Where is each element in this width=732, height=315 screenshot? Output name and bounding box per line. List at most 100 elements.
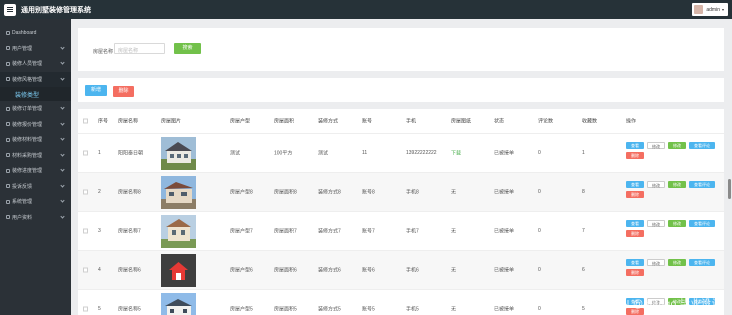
- row-delete-button[interactable]: 删除: [626, 152, 644, 159]
- sidebar-item[interactable]: 装修人员管理: [0, 56, 71, 72]
- table-cell: 房屋名称5: [118, 306, 141, 313]
- column-header: 手机: [406, 118, 417, 125]
- edit-button[interactable]: 修改: [647, 220, 665, 227]
- delete-button[interactable]: 删除: [113, 86, 134, 97]
- table-cell: 账号7: [362, 228, 375, 235]
- sidebar-item[interactable]: 装修材料管理: [0, 132, 71, 148]
- chevron-down-icon: [60, 60, 65, 65]
- sidebar-item-label: 装修人员管理: [12, 61, 43, 68]
- column-header: 操作: [626, 118, 637, 125]
- sidebar-item[interactable]: 用户资料: [0, 210, 71, 226]
- column-header: 序号: [98, 118, 109, 125]
- action-bar: 新增 删除: [78, 78, 724, 102]
- view-comments-button[interactable]: 查看评论: [689, 142, 715, 149]
- search-input[interactable]: 房屋名称: [114, 43, 165, 54]
- sidebar-item[interactable]: 投诉反馈: [0, 179, 71, 195]
- top-bar: 通用别墅装修管理系统 admin ▾: [0, 0, 732, 19]
- drawing-cell[interactable]: 下载: [451, 150, 461, 157]
- column-header: 装修方式: [318, 118, 339, 125]
- chevron-down-icon: [60, 120, 65, 126]
- table-cell: 账号5: [362, 306, 375, 313]
- sidebar-item[interactable]: 用户管理: [0, 41, 71, 57]
- row-checkbox[interactable]: [83, 228, 88, 234]
- view-button[interactable]: 查看: [626, 181, 644, 188]
- table-cell: 13922222222: [406, 150, 437, 156]
- modify-button[interactable]: 修改: [668, 142, 686, 149]
- menu-icon[interactable]: [4, 3, 16, 16]
- table-cell: 已被接单: [494, 267, 515, 274]
- sidebar-item[interactable]: 装修进度管理: [0, 163, 71, 179]
- edit-button[interactable]: 修改: [647, 259, 665, 266]
- user-menu[interactable]: admin ▾: [692, 3, 728, 16]
- sidebar-item[interactable]: 系统管理: [0, 194, 71, 210]
- chevron-down-icon: ▾: [721, 7, 724, 12]
- table-cell: 0: [538, 189, 541, 195]
- table-cell: 11: [362, 150, 368, 156]
- data-table: 序号 房屋名称 房屋图片 房屋户型 房屋面积 装修方式 账号 手机 房屋图纸 状态 评论数 收藏数 操作…: [78, 109, 724, 315]
- modify-button[interactable]: 修改: [668, 220, 686, 227]
- house-thumbnail: [161, 254, 196, 287]
- row-delete-button[interactable]: 删除: [626, 269, 644, 276]
- sidebar-item[interactable]: Dashboard: [0, 25, 71, 41]
- table-cell: 房屋名称6: [118, 267, 141, 274]
- table-cell: 1: [98, 150, 101, 156]
- view-comments-button[interactable]: 查看评论: [689, 181, 715, 188]
- table-cell: 装修方式5: [318, 306, 341, 313]
- edit-button[interactable]: 修改: [647, 181, 665, 188]
- sidebar-subitem[interactable]: 装修类型: [0, 87, 71, 101]
- sidebar-item-label: 用户管理: [12, 45, 33, 52]
- quote-icon: [6, 122, 10, 127]
- row-checkbox[interactable]: [83, 150, 88, 156]
- feedback-icon: [6, 184, 10, 189]
- chevron-down-icon: [60, 105, 65, 110]
- sidebar-item[interactable]: 装修风格管理: [0, 71, 71, 87]
- view-button[interactable]: 查看: [626, 259, 644, 266]
- table-cell: 0: [538, 228, 541, 234]
- chevron-down-icon: [60, 136, 65, 141]
- row-checkbox[interactable]: [83, 306, 88, 312]
- view-button[interactable]: 查看: [626, 142, 644, 149]
- table-row: 2 房屋名称8 房屋户型8 房屋面积8 装修方式8 账号8 手机8 无已被接单 0 8 查看 修改 修改…: [78, 172, 724, 211]
- view-button[interactable]: 查看: [626, 220, 644, 227]
- chevron-down-icon: [60, 182, 65, 188]
- table-cell: 装修方式7: [318, 228, 341, 235]
- house-thumbnail: [161, 137, 196, 170]
- sidebar-item[interactable]: 装修报价管理: [0, 117, 71, 133]
- row-delete-button[interactable]: 删除: [626, 230, 644, 237]
- sidebar-item-label: 装修材料管理: [12, 137, 43, 144]
- table-cell: 房屋名称7: [118, 228, 141, 235]
- table-cell: 房屋面积8: [274, 189, 297, 196]
- modify-button[interactable]: 修改: [668, 181, 686, 188]
- select-all-checkbox[interactable]: [83, 118, 88, 124]
- sidebar-item-label: 投诉反馈: [12, 183, 33, 190]
- table-row: 3 房屋名称7 房屋户型7 房屋面积7 装修方式7 账号7 手机7 无已被接单 0 7 查看 修改 修改…: [78, 211, 724, 250]
- chevron-down-icon: [60, 75, 65, 81]
- search-button[interactable]: 搜索: [174, 43, 201, 54]
- add-button[interactable]: 新增: [85, 85, 107, 96]
- table-cell: 房屋面积5: [274, 306, 297, 313]
- search-label: 房屋名称: [93, 49, 114, 55]
- sidebar-item[interactable]: 材料采购管理: [0, 148, 71, 164]
- view-comments-button[interactable]: 查看评论: [689, 220, 715, 227]
- table-cell: 8: [582, 189, 585, 195]
- house-thumbnail: [161, 176, 196, 209]
- table-cell: 房屋户型8: [230, 189, 253, 196]
- sidebar: Dashboard 用户管理装修人员管理装修风格管理装修类型装修订单管理 装修报价管…: [0, 19, 71, 315]
- row-delete-button[interactable]: 删除: [626, 191, 644, 198]
- main-content: 房屋名称 房屋名称 搜索 新增 删除 序号 房屋名称 房屋图片 房屋户型 房屋面积 装修方…: [71, 19, 732, 315]
- style-icon: [6, 77, 10, 82]
- chevron-down-icon: [60, 151, 65, 157]
- sidebar-item[interactable]: 装修订单管理: [0, 101, 71, 117]
- sidebar-item-label: 装修类型: [15, 92, 40, 99]
- user-icon: [6, 46, 10, 51]
- row-checkbox[interactable]: [83, 267, 88, 273]
- scrollbar[interactable]: [728, 179, 731, 199]
- modify-button[interactable]: 修改: [668, 259, 686, 266]
- settings-icon: [6, 199, 10, 204]
- edit-button[interactable]: 修改: [647, 142, 665, 149]
- view-comments-button[interactable]: 查看评论: [689, 259, 715, 266]
- column-header: 房屋面积: [274, 118, 295, 125]
- column-header: 房屋户型: [230, 118, 251, 125]
- chevron-down-icon: [60, 213, 65, 219]
- row-checkbox[interactable]: [83, 189, 88, 195]
